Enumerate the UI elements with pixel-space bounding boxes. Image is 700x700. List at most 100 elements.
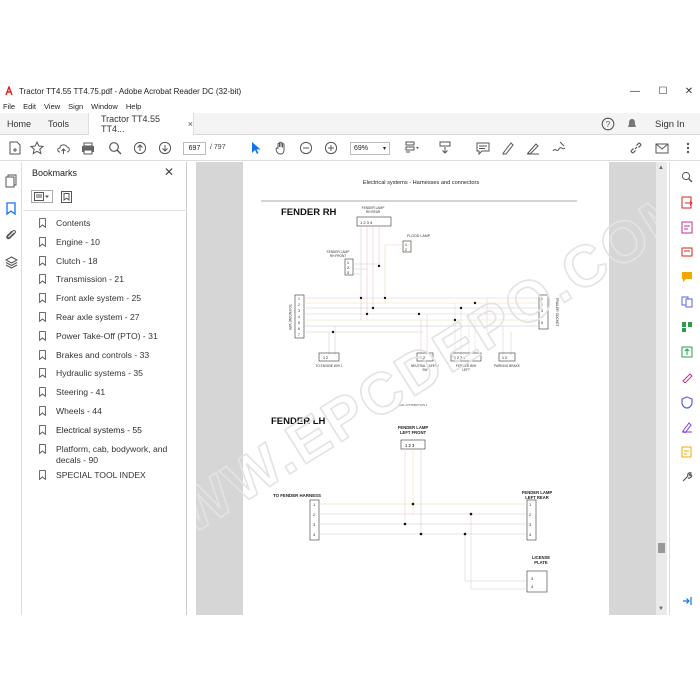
svg-text:1: 1 bbox=[529, 502, 532, 507]
tab-tools[interactable]: Tools bbox=[48, 113, 69, 135]
create-pdf-icon[interactable] bbox=[7, 140, 23, 156]
create-pdf-tool-icon[interactable] bbox=[680, 220, 694, 234]
parking-brake-label: PARKING BRAKE bbox=[494, 364, 520, 368]
fit-page-icon[interactable] bbox=[404, 140, 420, 156]
redact-icon[interactable] bbox=[680, 370, 694, 384]
options-menu-icon bbox=[34, 192, 49, 201]
collapse-pane-icon[interactable] bbox=[680, 594, 694, 608]
hand-tool-icon[interactable] bbox=[273, 140, 289, 156]
bookmark-item[interactable]: Transmission - 21 bbox=[39, 274, 185, 293]
license-plate-label: LICENSE PLATE bbox=[532, 555, 550, 565]
search-tools-icon[interactable] bbox=[680, 170, 694, 184]
bookmark-icon bbox=[39, 312, 46, 322]
menu-window[interactable]: Window bbox=[91, 102, 118, 111]
tab-home-label: Home bbox=[7, 119, 32, 129]
bookmark-star-icon[interactable] bbox=[29, 140, 45, 156]
compress-pdf-icon[interactable] bbox=[680, 345, 694, 359]
close-tab-icon[interactable]: × bbox=[188, 119, 193, 129]
email-icon[interactable] bbox=[654, 140, 670, 156]
bookmark-item[interactable]: Brakes and controls - 33 bbox=[39, 350, 185, 369]
menu-sign[interactable]: Sign bbox=[68, 102, 83, 111]
bookmark-item[interactable]: Front axle system - 25 bbox=[39, 293, 185, 312]
upload-cloud-icon[interactable] bbox=[55, 140, 71, 156]
new-bookmark-button[interactable] bbox=[59, 190, 74, 203]
zoom-out-icon[interactable] bbox=[298, 140, 314, 156]
menu-help[interactable]: Help bbox=[126, 102, 141, 111]
bookmark-icon bbox=[39, 236, 46, 247]
bookmark-item[interactable]: Wheels - 44 bbox=[39, 406, 185, 425]
organize-pages-icon[interactable] bbox=[680, 320, 694, 334]
draw-signature-icon[interactable] bbox=[525, 140, 541, 156]
page-number-input[interactable]: 697 bbox=[183, 142, 206, 155]
minimize-button[interactable]: — bbox=[622, 82, 648, 100]
layers-icon[interactable] bbox=[3, 254, 19, 270]
attachments-paperclip-icon[interactable] bbox=[3, 227, 19, 243]
scrolling-mode-icon[interactable] bbox=[437, 140, 453, 156]
select-cursor-icon[interactable] bbox=[248, 140, 264, 156]
more-tools-icon[interactable] bbox=[680, 140, 696, 156]
find-text-icon[interactable] bbox=[107, 140, 123, 156]
panel-divider bbox=[23, 210, 187, 211]
sign-in-button[interactable]: Sign In bbox=[655, 113, 685, 135]
tab-tools-label: Tools bbox=[48, 119, 70, 129]
comment-tool-icon[interactable] bbox=[680, 270, 694, 284]
tab-document-label: Tractor TT4.55 TT4... bbox=[101, 114, 161, 134]
help-icon[interactable]: ? bbox=[601, 113, 615, 135]
next-page-icon[interactable] bbox=[157, 140, 173, 156]
minimize-icon: — bbox=[630, 85, 640, 97]
sign-in-label: Sign In bbox=[655, 118, 685, 130]
zoom-level-select[interactable]: 69% ▾ bbox=[350, 142, 390, 155]
send-for-review-icon[interactable] bbox=[680, 445, 694, 459]
bookmark-item[interactable]: Contents bbox=[39, 218, 185, 237]
fill-sign-icon[interactable] bbox=[551, 140, 567, 156]
highlight-pen-icon[interactable] bbox=[500, 140, 516, 156]
edit-pdf-icon[interactable] bbox=[680, 245, 694, 259]
tab-home[interactable]: Home bbox=[7, 113, 31, 135]
bookmark-item[interactable]: Power Take-Off (PTO) - 31 bbox=[39, 331, 185, 350]
svg-text:1: 1 bbox=[541, 297, 543, 301]
bookmark-item[interactable]: Rear axle system - 27 bbox=[39, 312, 185, 331]
bookmark-item[interactable]: Engine - 10 bbox=[39, 237, 185, 256]
bookmark-icon bbox=[39, 218, 46, 228]
page-thumbnails-icon[interactable] bbox=[3, 173, 19, 189]
bookmark-icon bbox=[39, 293, 46, 304]
neutral-safety-label: NEUTRAL SAFETY SW bbox=[411, 364, 440, 372]
menu-edit[interactable]: Edit bbox=[23, 102, 36, 111]
page-current: 697 bbox=[188, 145, 201, 152]
close-window-button[interactable]: ✕ bbox=[676, 82, 700, 100]
bookmark-item[interactable]: Electrical systems - 55 bbox=[39, 425, 185, 444]
comment-icon[interactable] bbox=[475, 140, 491, 156]
previous-page-icon[interactable] bbox=[132, 140, 148, 156]
export-pdf-icon[interactable] bbox=[680, 195, 694, 209]
maximize-button[interactable]: ☐ bbox=[650, 82, 676, 100]
svg-text:1 2: 1 2 bbox=[420, 356, 425, 360]
document-viewport[interactable]: Electrical systems - Harnesses and conne… bbox=[196, 162, 657, 615]
zoom-value: 69% bbox=[354, 145, 369, 152]
menu-view[interactable]: View bbox=[44, 102, 60, 111]
scroll-down-icon[interactable]: ▼ bbox=[658, 606, 664, 612]
bookmark-label: SPECIAL TOOL INDEX bbox=[56, 469, 146, 480]
zoom-in-icon[interactable] bbox=[323, 140, 339, 156]
vertical-scrollbar[interactable]: ▲ ▼ bbox=[656, 162, 667, 615]
bookmark-item[interactable]: Clutch - 18 bbox=[39, 256, 185, 275]
share-link-icon[interactable] bbox=[628, 140, 644, 156]
bookmark-item[interactable]: SPECIAL TOOL INDEX bbox=[39, 470, 185, 489]
bookmark-item[interactable]: Platform, cab, bodywork, and decals - 90 bbox=[39, 444, 185, 470]
maximize-icon: ☐ bbox=[658, 85, 668, 97]
close-bookmarks-button[interactable]: ✕ bbox=[164, 165, 174, 179]
bookmark-icon bbox=[39, 387, 46, 398]
tab-document[interactable]: Tractor TT4.55 TT4... × bbox=[88, 113, 194, 135]
combine-files-icon[interactable] bbox=[680, 295, 694, 309]
fill-and-sign-tool-icon[interactable] bbox=[680, 420, 694, 434]
bookmarks-panel-icon[interactable] bbox=[3, 200, 19, 216]
more-tools-wrench-icon[interactable] bbox=[680, 470, 694, 484]
bookmark-item[interactable]: Hydraulic systems - 35 bbox=[39, 368, 185, 387]
scrollbar-thumb[interactable] bbox=[658, 543, 665, 553]
print-icon[interactable] bbox=[80, 140, 96, 156]
bookmark-item[interactable]: Steering - 41 bbox=[39, 387, 185, 406]
menu-file[interactable]: File bbox=[3, 102, 15, 111]
notification-bell-icon[interactable] bbox=[626, 113, 638, 135]
scroll-up-icon[interactable]: ▲ bbox=[658, 165, 664, 171]
protect-shield-icon[interactable] bbox=[680, 395, 694, 409]
bookmark-options-button[interactable] bbox=[31, 190, 53, 203]
